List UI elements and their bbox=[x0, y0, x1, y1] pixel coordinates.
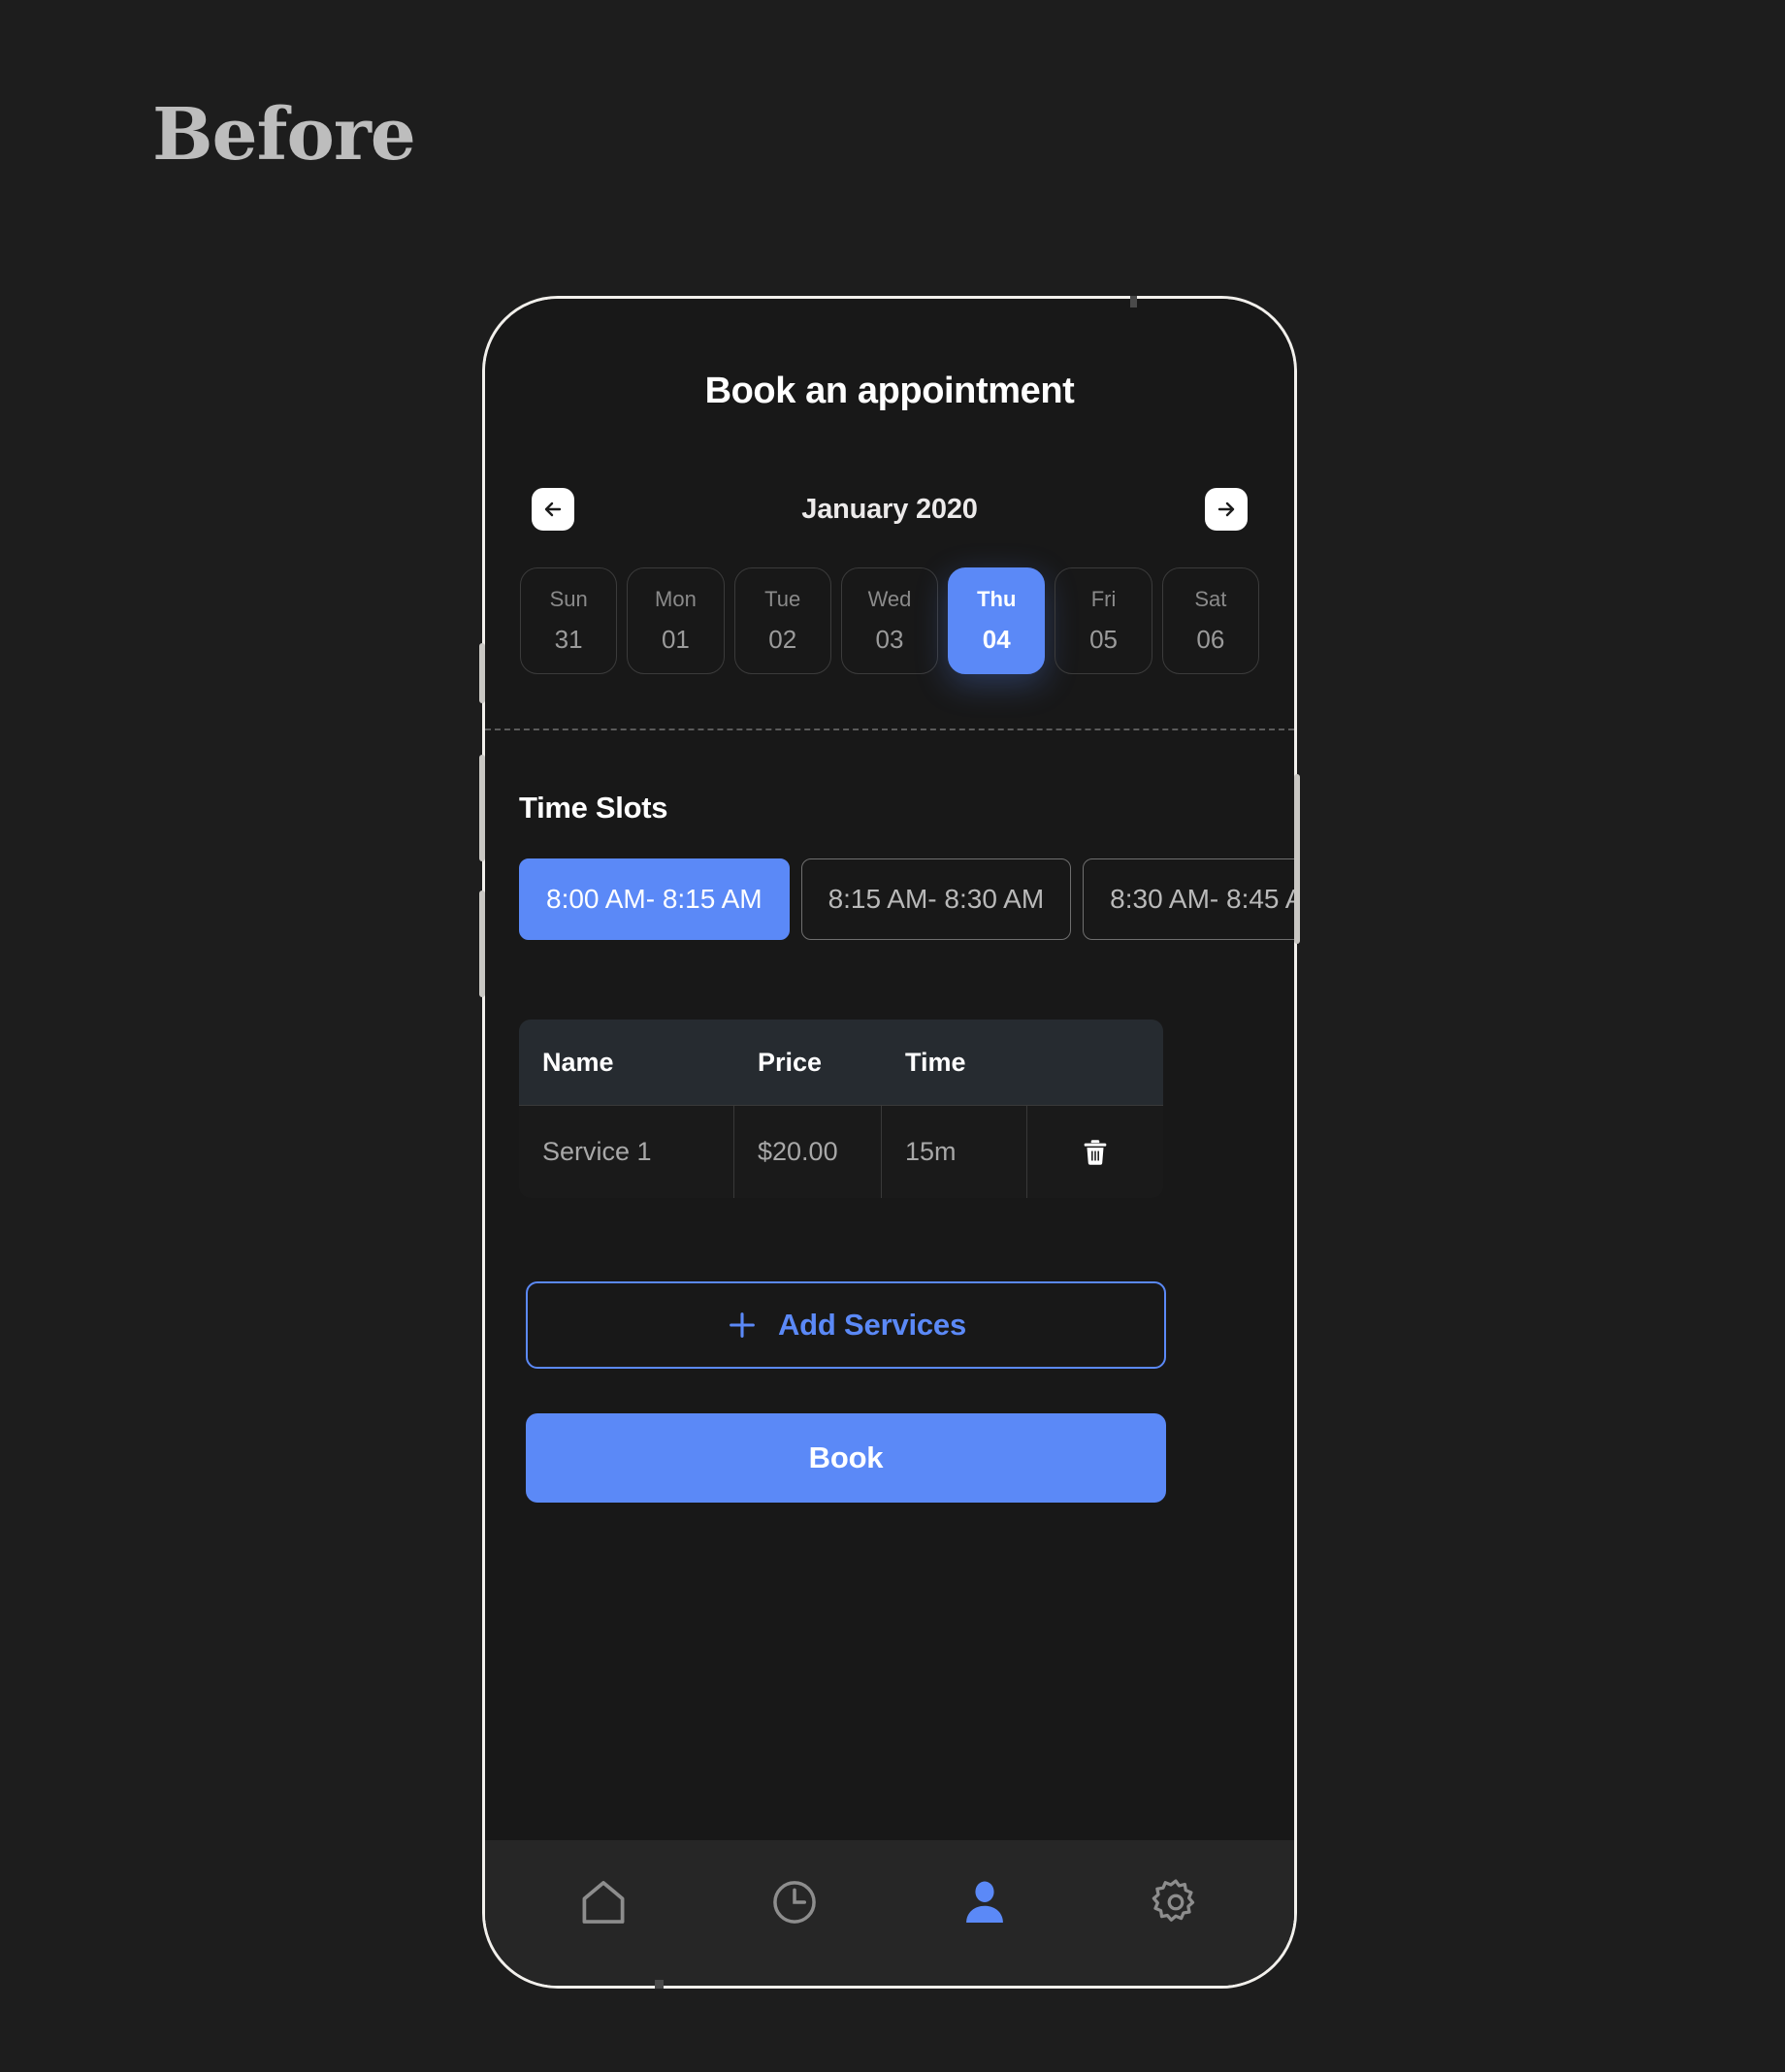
day-chip-dow: Mon bbox=[655, 587, 697, 611]
column-header-time: Time bbox=[905, 1047, 966, 1077]
screen-content: Book an appointment January 2020 Sun 31 … bbox=[485, 299, 1294, 1840]
volume-up-button[interactable] bbox=[479, 755, 485, 861]
calendar-month-nav: January 2020 bbox=[516, 488, 1263, 531]
volume-down-button[interactable] bbox=[479, 890, 485, 997]
cell-service-name: Service 1 bbox=[519, 1106, 734, 1198]
table-row: Service 1 $20.00 15m bbox=[519, 1105, 1163, 1198]
prev-month-button[interactable] bbox=[532, 488, 574, 531]
nav-item-profile[interactable] bbox=[943, 1861, 1026, 1944]
settings-icon bbox=[1152, 1879, 1194, 1922]
day-chip-tue[interactable]: Tue 02 bbox=[733, 567, 831, 674]
day-chip-date: 05 bbox=[1089, 625, 1118, 654]
cell-service-price: $20.00 bbox=[734, 1106, 882, 1198]
day-chip-mon[interactable]: Mon 01 bbox=[627, 567, 725, 674]
day-chip-wed[interactable]: Wed 03 bbox=[840, 567, 939, 674]
home-icon bbox=[582, 1881, 625, 1924]
day-chip-dow: Thu bbox=[977, 587, 1017, 611]
day-chip-date: 31 bbox=[554, 625, 583, 654]
arrow-right-icon bbox=[1217, 502, 1235, 517]
phone-screen: Book an appointment January 2020 Sun 31 … bbox=[485, 299, 1294, 1986]
nav-item-home[interactable] bbox=[562, 1861, 645, 1944]
arrow-left-icon bbox=[544, 502, 562, 517]
trash-icon bbox=[1084, 1139, 1107, 1165]
services-table-header: Name Price Time bbox=[519, 1020, 1163, 1105]
day-chip-date: 02 bbox=[768, 625, 797, 654]
day-chip-date: 06 bbox=[1196, 625, 1225, 654]
antenna-line-top bbox=[1130, 296, 1137, 308]
day-chip-date: 04 bbox=[982, 625, 1011, 654]
day-chip-date: 03 bbox=[875, 625, 904, 654]
page-title: Book an appointment bbox=[704, 371, 1075, 411]
day-chip-sat[interactable]: Sat 06 bbox=[1161, 567, 1259, 674]
calendar-day-strip: Sun 31 Mon 01 Tue 02 Wed 03 Thu 04 Fri 0… bbox=[516, 567, 1263, 674]
time-slot-list[interactable]: 8:00 AM- 8:15 AM 8:15 AM- 8:30 AM 8:30 A… bbox=[519, 858, 1294, 940]
page-root: Before Book an appointment January 2020 bbox=[0, 0, 1785, 2072]
day-chip-dow: Wed bbox=[867, 587, 912, 611]
before-caption: Before bbox=[152, 93, 416, 177]
day-chip-dow: Sun bbox=[549, 587, 588, 611]
plus-icon bbox=[730, 1312, 755, 1338]
cell-service-time: 15m bbox=[882, 1106, 1027, 1198]
day-chip-dow: Fri bbox=[1090, 587, 1117, 611]
time-slot-chip[interactable]: 8:15 AM- 8:30 AM bbox=[800, 858, 1072, 940]
nav-item-history[interactable] bbox=[753, 1861, 836, 1944]
nav-item-settings[interactable] bbox=[1134, 1861, 1217, 1944]
clock-icon bbox=[772, 1881, 816, 1924]
day-chip-date: 01 bbox=[661, 625, 690, 654]
calendar-month-label: January 2020 bbox=[801, 493, 978, 525]
time-slots-heading: Time Slots bbox=[519, 791, 668, 825]
column-header-name: Name bbox=[542, 1047, 614, 1077]
day-chip-dow: Tue bbox=[764, 587, 801, 611]
phone-mockup: Book an appointment January 2020 Sun 31 … bbox=[479, 296, 1300, 1989]
day-chip-fri[interactable]: Fri 05 bbox=[1055, 567, 1152, 674]
time-slot-chip[interactable]: 8:30 AM- 8:45 AM bbox=[1083, 858, 1294, 940]
person-icon bbox=[966, 1881, 1004, 1923]
next-month-button[interactable] bbox=[1205, 488, 1248, 531]
day-chip-dow: Sat bbox=[1194, 587, 1227, 611]
bottom-navigation-bar bbox=[485, 1840, 1294, 1986]
delete-service-button[interactable] bbox=[1027, 1106, 1163, 1198]
column-header-price: Price bbox=[758, 1047, 823, 1077]
day-chip-sun[interactable]: Sun 31 bbox=[520, 567, 618, 674]
add-services-label: Add Services bbox=[777, 1308, 967, 1342]
services-table: Name Price Time Service 1 $20.00 15m bbox=[519, 1020, 1163, 1198]
power-button[interactable] bbox=[1294, 774, 1300, 944]
silent-switch[interactable] bbox=[479, 643, 485, 703]
time-slot-chip[interactable]: 8:00 AM- 8:15 AM bbox=[519, 858, 790, 940]
section-divider bbox=[485, 728, 1294, 730]
antenna-line-bottom bbox=[655, 1980, 664, 1989]
book-button[interactable]: Book bbox=[526, 1413, 1166, 1503]
day-chip-thu[interactable]: Thu 04 bbox=[948, 567, 1046, 674]
add-services-button[interactable]: Add Services bbox=[526, 1281, 1166, 1369]
